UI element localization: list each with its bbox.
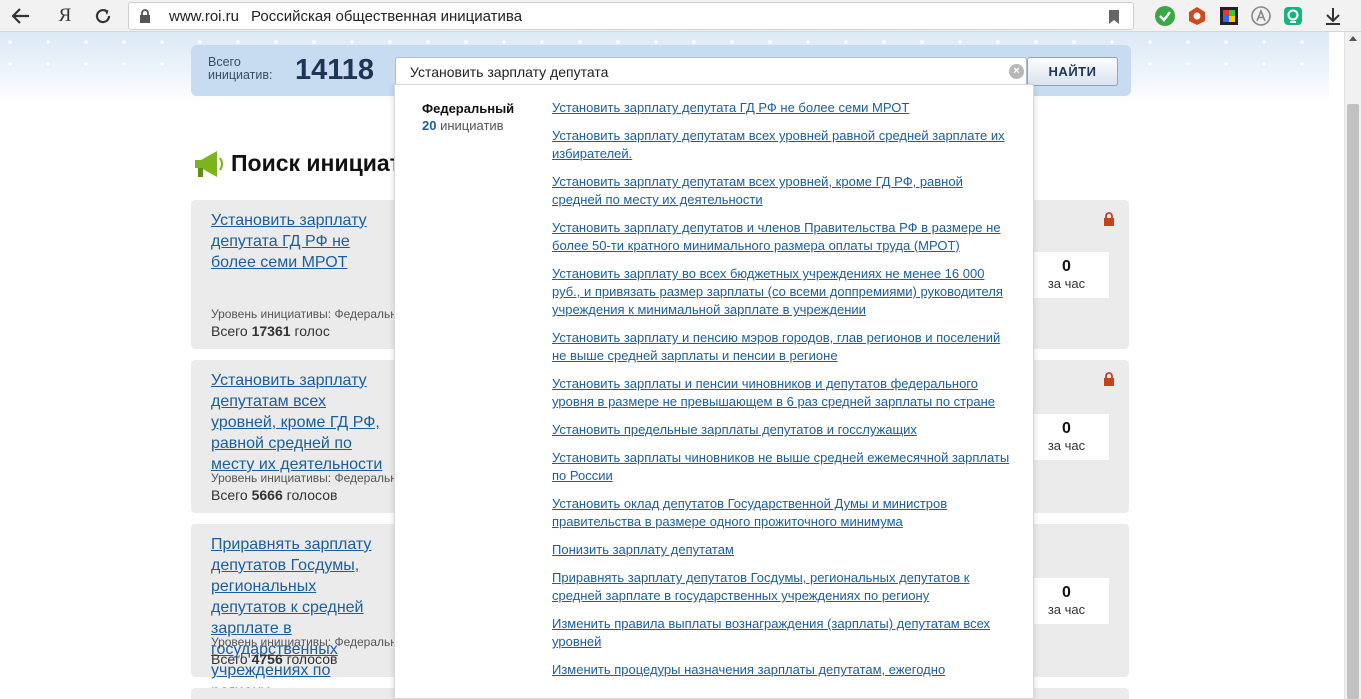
category-count: 20 инициатив <box>422 118 504 133</box>
browser-toolbar: Я www.roi.ru Российская общественная ини… <box>0 0 1361 32</box>
suggestion-link[interactable]: Установить предельные зарплаты депутатов… <box>552 421 1012 439</box>
rate-box: 0 за час <box>1024 414 1109 460</box>
suggestion-link[interactable]: Установить зарплату депутатов и членов П… <box>552 219 1012 255</box>
suggestion-link[interactable]: Приравнять зарплату депутатов Госдумы, р… <box>552 569 1012 605</box>
rate-label: за час <box>1047 602 1086 617</box>
suggestion-link[interactable]: Установить зарплаты и пенсии чиновников … <box>552 375 1012 411</box>
suggestion-category: Федеральный 20 инициатив <box>422 101 542 133</box>
initiative-link[interactable]: Установить зарплату депутатам всех уровн… <box>211 370 391 475</box>
total-label-line2: инициатив: <box>208 68 273 82</box>
suggestion-link[interactable]: Установить оклад депутатов Государственн… <box>552 495 1012 531</box>
reload-icon <box>95 8 111 24</box>
scroll-up-arrow-icon[interactable] <box>1349 36 1357 41</box>
rate-box: 0 за час <box>1024 578 1109 624</box>
page-scrollbar[interactable] <box>1344 32 1361 699</box>
suggestion-list: Установить зарплату депутата ГД РФ не бо… <box>552 99 1012 689</box>
address-bar[interactable]: www.roi.ru Российская общественная иници… <box>128 2 1134 30</box>
rate-value: 0 <box>1062 258 1071 275</box>
find-button[interactable]: НАЙТИ <box>1027 57 1118 86</box>
lock-icon <box>1104 212 1114 226</box>
suggestion-link[interactable]: Установить зарплату депутатам всех уровн… <box>552 127 1012 163</box>
url-text: www.roi.ru <box>169 8 240 25</box>
initiative-votes: Всего 17361 голос <box>211 323 330 339</box>
search-input[interactable] <box>395 57 1027 86</box>
initiative-link[interactable]: Установить зарплату депутата ГД РФ не бо… <box>211 210 391 273</box>
suggestion-link[interactable]: Изменить процедуры назначения зарплаты д… <box>552 661 1012 679</box>
scroll-thumb[interactable] <box>1347 104 1359 699</box>
rate-value: 0 <box>1062 584 1071 601</box>
initiative-level: Уровень инициативы: Федеральный <box>211 471 413 485</box>
bookmark-icon[interactable] <box>1109 10 1119 24</box>
suggestion-link[interactable]: Установить зарплату депутатам всех уровн… <box>552 173 1012 209</box>
arrow-left-icon <box>12 8 29 24</box>
download-icon[interactable] <box>1322 5 1344 27</box>
rate-label: за час <box>1047 276 1086 291</box>
initiative-link[interactable]: Приравнять зарплату депутатов Госдумы, р… <box>211 534 391 699</box>
page-title-text: Российская общественная инициатива <box>251 8 523 25</box>
extension-a-icon[interactable] <box>1250 5 1272 27</box>
suggestion-link[interactable]: Установить зарплаты чиновников не выше с… <box>552 449 1012 485</box>
suggestion-link[interactable]: Установить зарплату и пенсию мэров город… <box>552 329 1012 365</box>
lock-icon <box>1104 372 1114 386</box>
category-name: Федеральный <box>422 101 515 116</box>
yandex-home-button[interactable]: Я <box>52 4 78 28</box>
search-suggestions-dropdown: Федеральный 20 инициатив Установить зарп… <box>394 84 1034 699</box>
suggestion-link[interactable]: Изменить правила выплаты вознаграждения … <box>552 615 1012 651</box>
rate-value: 0 <box>1062 420 1071 437</box>
initiative-votes: Всего 5666 голосов <box>211 487 338 503</box>
page-right-edge <box>1329 32 1344 699</box>
suggestion-link[interactable]: Установить зарплату депутата ГД РФ не бо… <box>552 99 1012 117</box>
reload-button[interactable] <box>90 4 116 28</box>
initiative-level: Уровень инициативы: Федеральный <box>211 635 413 649</box>
suggestion-link[interactable]: Установить зарплату во всех бюджетных уч… <box>552 265 1012 319</box>
back-button[interactable] <box>8 4 34 28</box>
extension-colors-icon[interactable] <box>1218 5 1240 27</box>
initiative-level: Уровень инициативы: Федеральный <box>211 307 413 321</box>
megaphone-icon <box>195 151 223 177</box>
rate-label: за час <box>1047 438 1086 453</box>
total-count: 14118 <box>295 54 375 86</box>
clear-search-button[interactable]: × <box>1009 64 1024 79</box>
suggestion-link[interactable]: Понизить зарплату депутатам <box>552 541 1012 559</box>
rate-box: 0 за час <box>1024 252 1109 298</box>
extension-cube-icon[interactable] <box>1186 5 1208 27</box>
extension-shield-icon[interactable] <box>1282 5 1304 27</box>
adguard-extension-icon[interactable] <box>1154 5 1176 27</box>
initiative-votes: Всего 4756 голосов <box>211 651 338 667</box>
lock-icon <box>140 9 150 23</box>
total-label: Всего инициатив: <box>208 56 273 82</box>
